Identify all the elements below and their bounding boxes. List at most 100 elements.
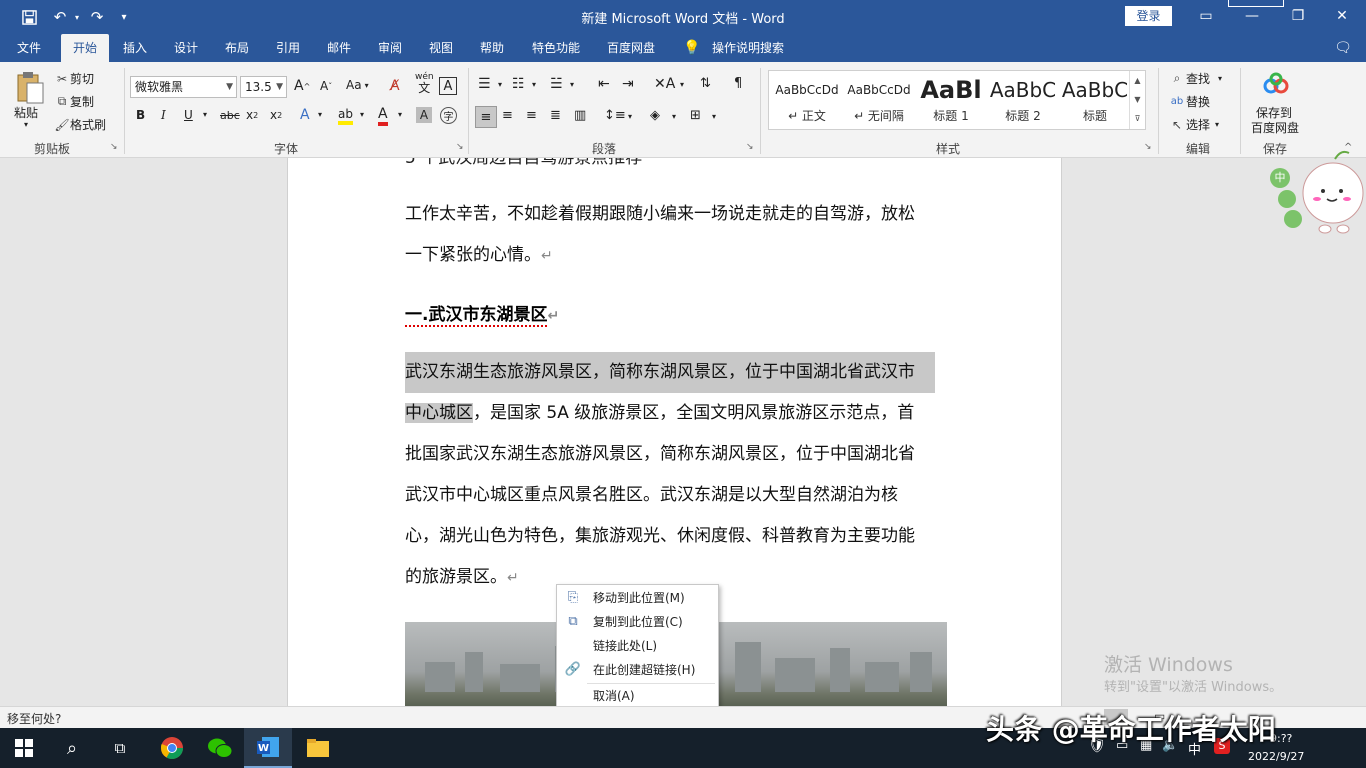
multilevel-list-icon[interactable]: ☱ [550, 76, 563, 92]
replace-button[interactable]: ab 替换 [1168, 93, 1210, 110]
selected-text[interactable]: 中心城区 [405, 403, 473, 423]
tab-featured[interactable]: 特色功能 [526, 34, 586, 62]
chinese-layout-dropdown-icon[interactable]: ▾ [680, 80, 684, 89]
underline-icon[interactable]: U [184, 108, 193, 122]
menu-item-copy-here[interactable]: ⧉ 复制到此位置(C) [557, 610, 718, 634]
line-spacing-dropdown-icon[interactable]: ▾ [628, 112, 632, 121]
find-button[interactable]: ⌕ 查找 ▾ [1168, 70, 1222, 87]
start-icon[interactable] [0, 728, 48, 768]
enclose-characters-icon[interactable]: 字 [440, 107, 457, 124]
text-effects-icon[interactable]: A [300, 107, 310, 123]
styles-launcher-icon[interactable]: ↘ [1144, 142, 1152, 152]
wechat-icon[interactable] [196, 728, 244, 768]
increase-indent-icon[interactable]: ⇥ [622, 76, 634, 92]
bold-icon[interactable]: B [136, 108, 145, 122]
tab-home[interactable]: 开始 [61, 34, 109, 62]
comments-icon[interactable]: 🗨 [1330, 34, 1356, 62]
maximize-icon[interactable]: ❐ [1284, 5, 1312, 27]
text-effects-dropdown-icon[interactable]: ▾ [318, 110, 322, 119]
tab-insert[interactable]: 插入 [114, 34, 156, 62]
style-heading-1[interactable]: AaBl 标题 1 [915, 73, 987, 127]
tab-layout[interactable]: 布局 [216, 34, 258, 62]
borders-dropdown-icon[interactable]: ▾ [712, 112, 716, 121]
format-painter-button[interactable]: 🖌 格式刷 [54, 116, 106, 133]
superscript-icon[interactable]: x2 [270, 108, 282, 122]
copy-button[interactable]: ⧉ 复制 [54, 93, 94, 110]
paste-icon[interactable] [12, 68, 48, 108]
numbering-icon[interactable]: ☷ [512, 76, 525, 92]
menu-item-cancel[interactable]: 取消(A) [557, 684, 718, 708]
decrease-indent-icon[interactable]: ⇤ [598, 76, 610, 92]
font-launcher-icon[interactable]: ↘ [456, 142, 464, 152]
sort-icon[interactable]: ⇅ [700, 76, 711, 91]
style-title[interactable]: AaBbC 标题 [1059, 73, 1131, 127]
ime-emoji-icon[interactable] [1278, 190, 1296, 208]
highlight-icon[interactable]: ab [338, 107, 353, 125]
paragraph-launcher-icon[interactable]: ↘ [746, 142, 754, 152]
cut-button[interactable]: ✂ 剪切 [54, 70, 94, 87]
baidu-cloud-icon[interactable] [1262, 70, 1290, 98]
multilevel-dropdown-icon[interactable]: ▾ [570, 80, 574, 89]
font-color-icon[interactable]: A [378, 106, 388, 126]
font-size-combo[interactable]: 13.5 ▼ [240, 76, 287, 98]
minimize-icon[interactable]: — [1238, 5, 1266, 27]
phonetic-guide-button[interactable]: wén 文 [415, 72, 434, 94]
menu-item-move-here[interactable]: ⎘ 移动到此位置(M) [557, 586, 718, 610]
align-right-icon[interactable]: ≡ [526, 108, 537, 123]
bullets-dropdown-icon[interactable]: ▾ [498, 80, 502, 89]
selected-text[interactable]: 武汉东湖生态旅游风景区，简称东湖风景区，位于中国湖北省武汉市 [405, 352, 935, 393]
distributed-icon[interactable]: ▥ [574, 108, 586, 123]
ime-mode-icon[interactable]: 中 [1270, 168, 1290, 188]
word-icon[interactable]: W [244, 728, 292, 768]
tab-review[interactable]: 审阅 [369, 34, 411, 62]
tab-view[interactable]: 视图 [420, 34, 462, 62]
save-to-baidu-line2[interactable]: 百度网盘 [1251, 119, 1299, 136]
tab-baidu-netdisk[interactable]: 百度网盘 [600, 34, 662, 62]
line-spacing-icon[interactable]: ↕≡ [604, 108, 626, 123]
italic-icon[interactable]: I [161, 108, 166, 122]
tab-design[interactable]: 设计 [165, 34, 207, 62]
tell-me-search[interactable]: 操作说明搜索 [706, 34, 790, 62]
change-case-button[interactable]: Aa ▾ [346, 78, 369, 92]
tab-file[interactable]: 文件 [8, 34, 50, 62]
shading-icon[interactable]: ◈ [650, 108, 660, 123]
strikethrough-icon[interactable]: abc [220, 109, 240, 122]
task-view-icon[interactable]: ⧉ [96, 728, 144, 768]
styles-scroll[interactable]: ▲ ▼ ⊽ [1129, 71, 1145, 129]
chinese-layout-icon[interactable]: ✕A [654, 76, 675, 92]
align-center-icon[interactable]: ≡ [502, 108, 513, 123]
tab-mailings[interactable]: 邮件 [318, 34, 360, 62]
character-shading-icon[interactable]: A [416, 107, 432, 123]
font-name-combo[interactable]: 微软雅黑 ▼ [130, 76, 237, 98]
character-border-icon[interactable]: A [439, 77, 457, 95]
menu-item-create-hyperlink[interactable]: 🔗 在此创建超链接(H) [557, 658, 718, 682]
font-color-dropdown-icon[interactable]: ▾ [398, 110, 402, 119]
highlight-dropdown-icon[interactable]: ▾ [360, 110, 364, 119]
shading-dropdown-icon[interactable]: ▾ [672, 112, 676, 121]
style-normal[interactable]: AaBbCcDd ↵ 正文 [771, 73, 843, 127]
numbering-dropdown-icon[interactable]: ▾ [532, 80, 536, 89]
clear-formatting-icon[interactable]: A̸ [390, 78, 400, 94]
justify-icon[interactable]: ≣ [550, 108, 561, 123]
menu-item-link-here[interactable]: 链接此处(L) [557, 634, 718, 658]
underline-dropdown-icon[interactable]: ▾ [203, 110, 207, 119]
search-icon[interactable]: ⌕ [48, 728, 96, 768]
style-no-spacing[interactable]: AaBbCcDd ↵ 无间隔 [843, 73, 915, 127]
grow-font-icon[interactable]: A ^ [294, 78, 310, 94]
clock-date[interactable]: 2022/9/27 [1248, 750, 1304, 763]
bullets-icon[interactable]: ☰ [478, 76, 491, 92]
file-explorer-icon[interactable] [294, 728, 342, 768]
clipboard-launcher-icon[interactable]: ↘ [110, 142, 118, 152]
shrink-font-icon[interactable]: Aˇ [320, 79, 332, 93]
paste-button[interactable]: 粘贴 [14, 104, 38, 121]
chrome-icon[interactable] [148, 728, 196, 768]
close-icon[interactable]: ✕ [1328, 5, 1356, 27]
select-button[interactable]: ↖ 选择 ▾ [1168, 116, 1219, 133]
tab-references[interactable]: 引用 [267, 34, 309, 62]
show-marks-icon[interactable]: ¶ [734, 76, 742, 91]
style-heading-2[interactable]: AaBbC 标题 2 [987, 73, 1059, 127]
paste-dropdown-icon[interactable]: ▾ [24, 120, 28, 129]
tab-help[interactable]: 帮助 [471, 34, 513, 62]
subscript-icon[interactable]: x2 [246, 108, 258, 122]
borders-icon[interactable]: ⊞ [690, 108, 701, 123]
